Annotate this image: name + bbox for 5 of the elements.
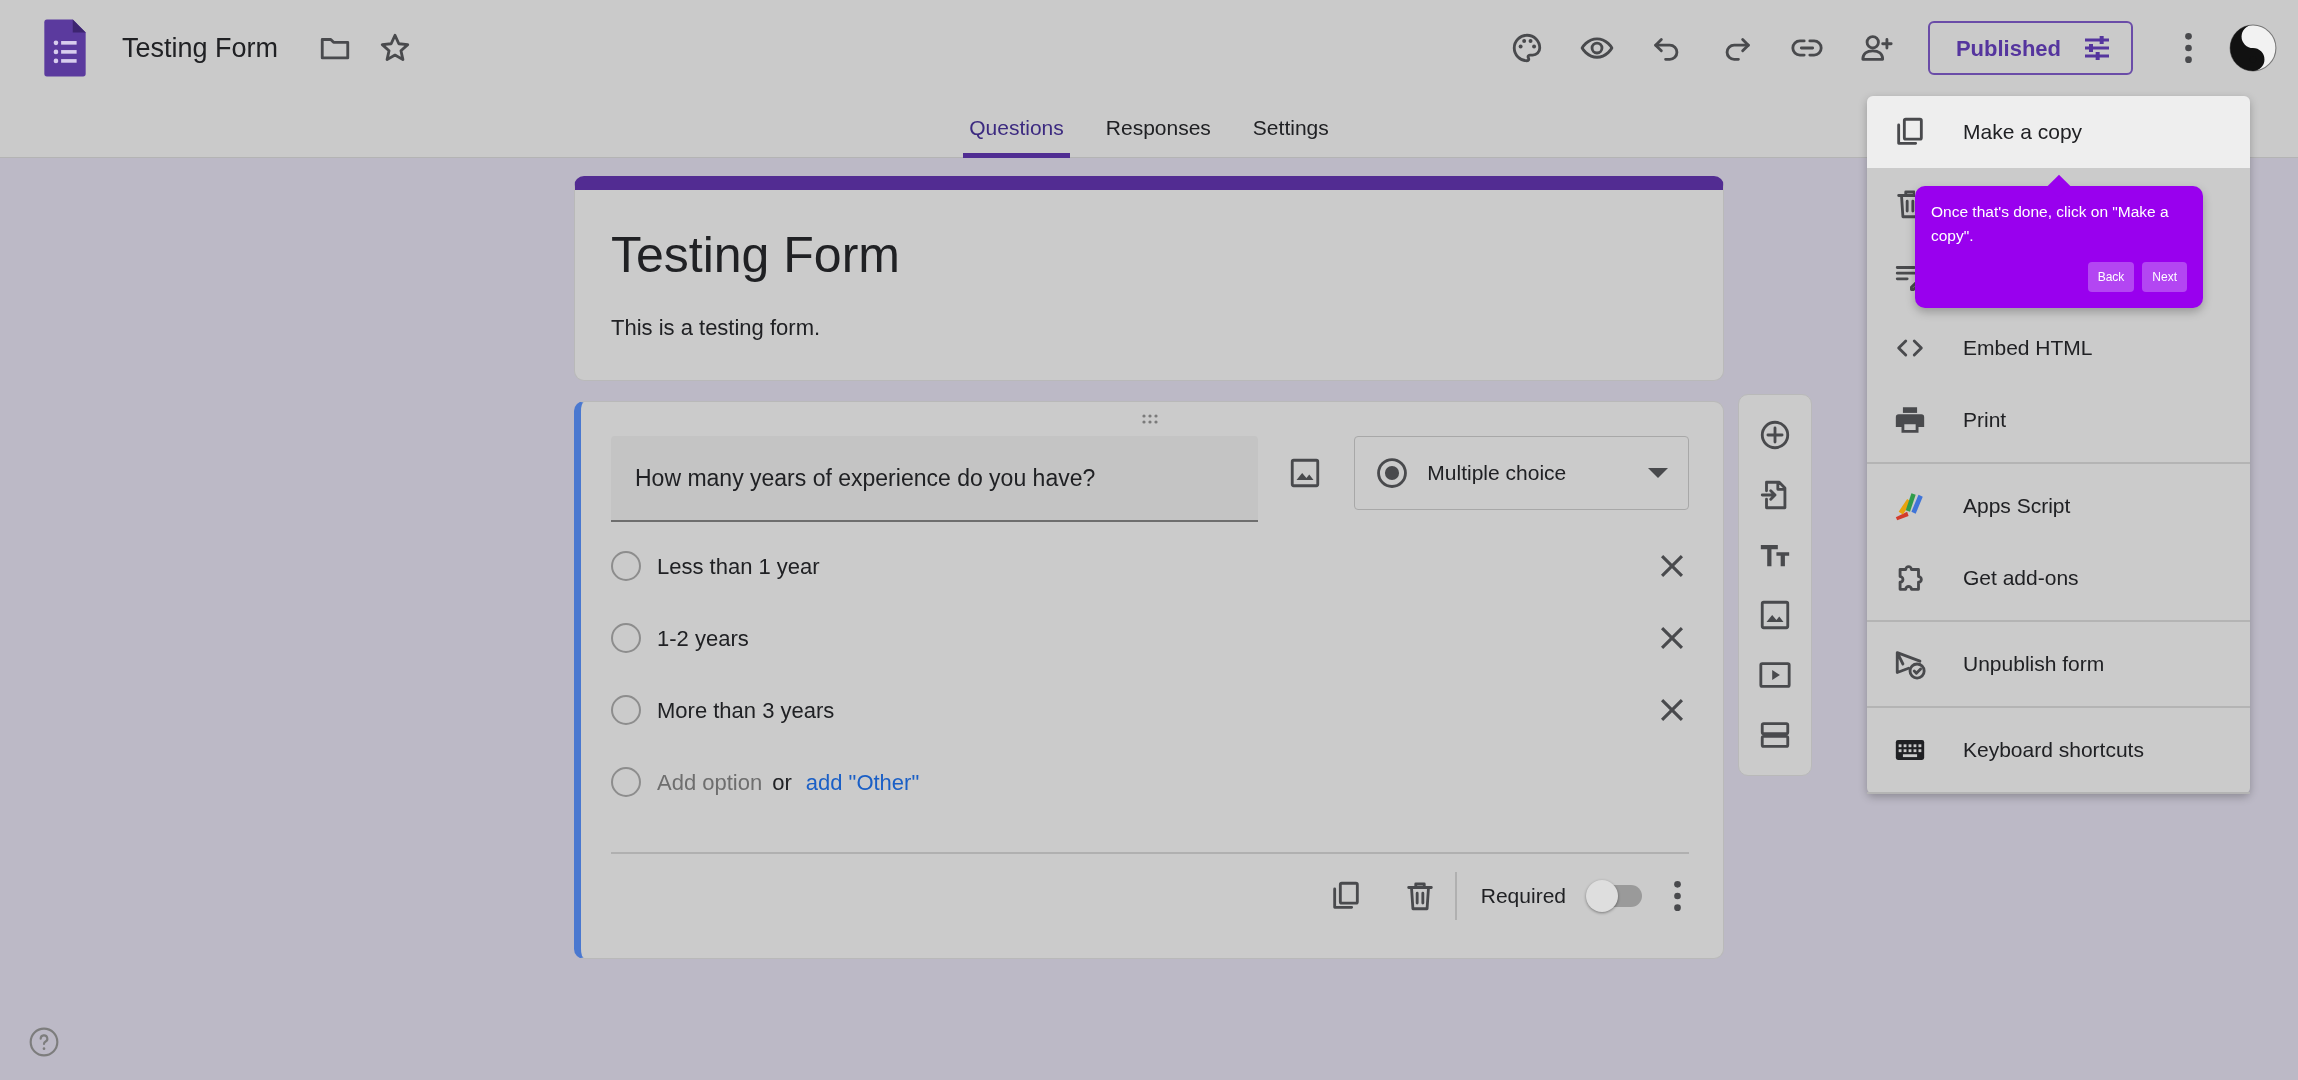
or-text: or xyxy=(772,768,792,797)
form-title: Testing Form xyxy=(611,228,901,283)
form-description: This is a testing form. xyxy=(611,314,822,342)
required-label: Required xyxy=(1480,883,1566,910)
tooltip-text: Once that's done, click on "Make a copy". xyxy=(1931,202,2170,246)
